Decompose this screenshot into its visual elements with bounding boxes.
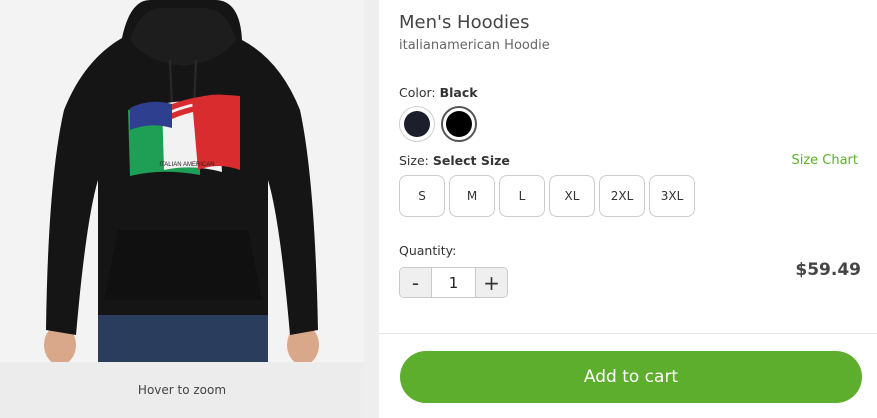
add-to-cart-button[interactable]: Add to cart: [400, 351, 862, 403]
color-label: Color: Black: [399, 85, 478, 100]
flag-graphic: ITALIAN AMERICAN: [128, 94, 240, 176]
size-2xl-button[interactable]: 2XL: [599, 175, 645, 217]
size-chart-link[interactable]: Size Chart: [791, 153, 858, 168]
size-m-button[interactable]: M: [449, 175, 495, 217]
product-details: Men's Hoodies italianamerican Hoodie Col…: [379, 0, 877, 418]
product-price: $59.49: [795, 260, 861, 280]
selected-color: Black: [439, 85, 478, 100]
hoodie-illustration: ITALIAN AMERICAN: [0, 0, 364, 362]
selected-size: Select Size: [432, 153, 510, 168]
section-divider: [379, 333, 877, 334]
size-l-button[interactable]: L: [499, 175, 545, 217]
swatch-navy[interactable]: [399, 106, 435, 142]
swatch-black-fill: [446, 111, 472, 137]
size-options: S M L XL 2XL 3XL: [399, 175, 699, 217]
color-label-text: Color:: [399, 85, 436, 100]
panel-divider: [364, 0, 379, 418]
quantity-decrement-button[interactable]: -: [400, 268, 431, 297]
size-label: Size: Select Size: [399, 153, 510, 168]
zoom-hint-bar: Hover to zoom: [0, 362, 364, 418]
product-gallery: ITALIAN AMERICAN Hover to zoom: [0, 0, 364, 418]
quantity-increment-button[interactable]: +: [476, 268, 507, 297]
product-image[interactable]: ITALIAN AMERICAN: [0, 0, 364, 362]
product-subtitle: italianamerican Hoodie: [399, 38, 550, 53]
quantity-stepper: - 1 +: [399, 267, 508, 298]
size-label-text: Size:: [399, 153, 429, 168]
size-s-button[interactable]: S: [399, 175, 445, 217]
product-title: Men's Hoodies: [399, 12, 530, 33]
flag-caption: ITALIAN AMERICAN: [159, 162, 214, 168]
zoom-hint: Hover to zoom: [137, 383, 227, 397]
swatch-navy-fill: [404, 111, 430, 137]
swatch-black[interactable]: [441, 106, 477, 142]
size-3xl-button[interactable]: 3XL: [649, 175, 695, 217]
quantity-label: Quantity:: [399, 243, 457, 258]
quantity-input[interactable]: 1: [431, 268, 476, 297]
size-xl-button[interactable]: XL: [549, 175, 595, 217]
